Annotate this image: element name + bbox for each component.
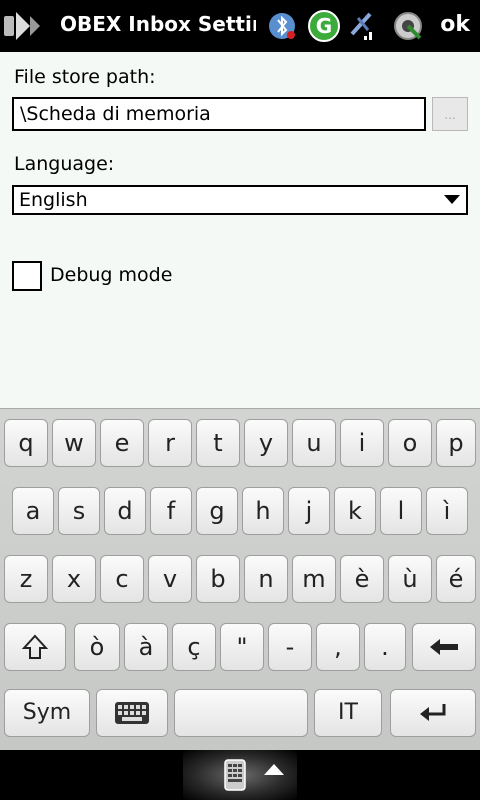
key-u[interactable]: u bbox=[292, 419, 336, 467]
signal-icon[interactable] bbox=[344, 8, 380, 44]
key-r[interactable]: r bbox=[148, 419, 192, 467]
key-v[interactable]: v bbox=[148, 555, 192, 603]
key-j[interactable]: j bbox=[288, 487, 330, 535]
key-s[interactable]: s bbox=[58, 487, 100, 535]
language-select[interactable]: English bbox=[12, 185, 468, 215]
key-w[interactable]: w bbox=[52, 419, 96, 467]
file-store-path-field[interactable]: \Scheda di memoria bbox=[12, 97, 426, 131]
key-c[interactable]: c bbox=[100, 555, 144, 603]
input-panel-icon bbox=[224, 759, 246, 791]
key-b[interactable]: b bbox=[196, 555, 240, 603]
key-y[interactable]: y bbox=[244, 419, 288, 467]
ok-button[interactable]: ok bbox=[440, 12, 470, 37]
key-period[interactable]: . bbox=[364, 623, 406, 671]
key-t[interactable]: t bbox=[196, 419, 240, 467]
backspace-key[interactable] bbox=[412, 623, 476, 671]
windows-start-icon[interactable] bbox=[0, 6, 46, 46]
key-u-grave[interactable]: ù bbox=[388, 555, 432, 603]
key-d[interactable]: d bbox=[104, 487, 146, 535]
key-q[interactable]: q bbox=[4, 419, 48, 467]
enter-key[interactable] bbox=[390, 689, 476, 737]
key-quote[interactable]: " bbox=[220, 623, 264, 671]
debug-mode-label: Debug mode bbox=[50, 264, 173, 286]
language-label: Language: bbox=[14, 153, 115, 175]
backspace-arrow-icon bbox=[430, 639, 458, 655]
sync-icon[interactable] bbox=[390, 8, 426, 44]
debug-mode-checkbox[interactable] bbox=[12, 261, 42, 291]
key-p[interactable]: p bbox=[436, 419, 476, 467]
key-e-acute[interactable]: é bbox=[436, 555, 476, 603]
key-e-grave[interactable]: è bbox=[340, 555, 384, 603]
title-bar: OBEX Inbox Settings G ok bbox=[0, 0, 480, 52]
on-screen-keyboard: q w e r t y u i o p a s d f g h j k l ì … bbox=[0, 408, 480, 751]
key-hyphen[interactable]: - bbox=[268, 623, 312, 671]
key-m[interactable]: m bbox=[292, 555, 336, 603]
keyboard-layout-key[interactable] bbox=[96, 689, 168, 737]
sym-key[interactable]: Sym bbox=[4, 689, 90, 737]
shift-icon bbox=[22, 634, 48, 659]
bluetooth-icon[interactable] bbox=[264, 8, 300, 44]
key-o-grave[interactable]: ò bbox=[74, 623, 120, 671]
language-it-key[interactable]: IT bbox=[314, 689, 382, 737]
language-selected-value: English bbox=[19, 189, 88, 211]
key-h[interactable]: h bbox=[242, 487, 284, 535]
keyboard-icon bbox=[115, 702, 149, 724]
browse-button[interactable]: ... bbox=[432, 97, 468, 131]
key-l[interactable]: l bbox=[380, 487, 422, 535]
enter-arrow-icon bbox=[420, 704, 446, 721]
key-e[interactable]: e bbox=[100, 419, 144, 467]
shift-key[interactable] bbox=[4, 623, 66, 671]
window-title: OBEX Inbox Settings bbox=[60, 12, 256, 36]
key-comma[interactable]: , bbox=[316, 623, 360, 671]
key-x[interactable]: x bbox=[52, 555, 96, 603]
key-a[interactable]: a bbox=[12, 487, 54, 535]
bottom-bar bbox=[0, 750, 480, 800]
g-app-icon[interactable]: G bbox=[306, 8, 342, 44]
key-f[interactable]: f bbox=[150, 487, 192, 535]
input-panel-button[interactable] bbox=[183, 750, 297, 800]
key-o[interactable]: o bbox=[388, 419, 432, 467]
key-k[interactable]: k bbox=[334, 487, 376, 535]
key-n[interactable]: n bbox=[244, 555, 288, 603]
key-c-cedilla[interactable]: ç bbox=[172, 623, 216, 671]
key-a-grave[interactable]: à bbox=[124, 623, 168, 671]
file-store-label: File store path: bbox=[14, 66, 156, 88]
key-g[interactable]: g bbox=[196, 487, 238, 535]
key-i[interactable]: i bbox=[340, 419, 384, 467]
space-key[interactable] bbox=[174, 689, 308, 737]
svg-text:G: G bbox=[316, 14, 332, 38]
key-i-grave[interactable]: ì bbox=[426, 487, 468, 535]
chevron-down-icon bbox=[444, 195, 460, 204]
key-z[interactable]: z bbox=[4, 555, 48, 603]
settings-form: File store path: \Scheda di memoria ... … bbox=[0, 52, 480, 408]
chevron-up-icon bbox=[264, 764, 284, 775]
